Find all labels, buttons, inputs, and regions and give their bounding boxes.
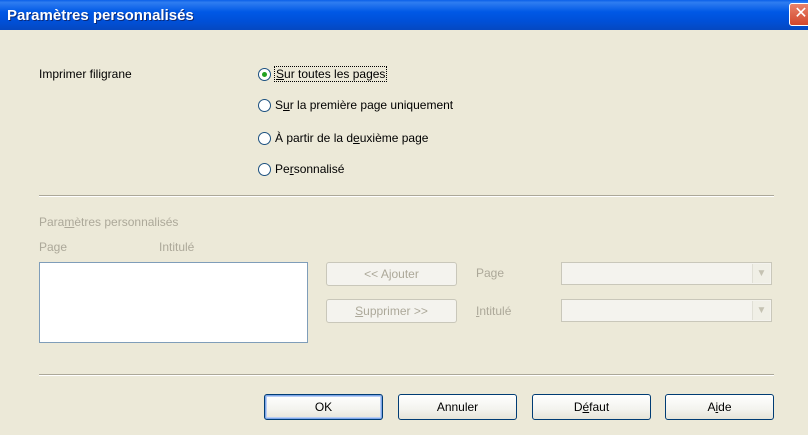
help-button[interactable]: Aide (665, 394, 774, 420)
page-select[interactable]: ▼ (561, 262, 772, 285)
radio-custom-indicator[interactable] (258, 162, 271, 176)
separator-bottom (39, 374, 774, 376)
title-field-label: Intitulé (476, 304, 512, 318)
radio-first-page-label: Sur la première page uniquement (275, 98, 454, 112)
default-button[interactable]: Défaut (532, 394, 651, 420)
title-bar: Paramètres personnalisés ✕ (0, 0, 808, 30)
chevron-down-icon[interactable]: ▼ (752, 264, 770, 283)
column-title-header: Intitulé (159, 240, 195, 254)
radio-first-page[interactable]: Sur la première page uniquement (258, 97, 453, 113)
radio-from-second-page[interactable]: À partir de la deuxième page (258, 130, 428, 146)
radio-custom[interactable]: Personnalisé (258, 161, 344, 177)
custom-section-title: Paramètres personnalisés (39, 215, 179, 229)
custom-pages-list[interactable] (39, 262, 308, 343)
chevron-down-icon[interactable]: ▼ (752, 301, 770, 320)
cancel-button[interactable]: Annuler (398, 394, 517, 420)
close-icon: ✕ (794, 5, 808, 22)
radio-from-second-page-indicator[interactable] (258, 131, 271, 145)
radio-all-pages-indicator[interactable] (258, 67, 271, 81)
close-button[interactable]: ✕ (789, 3, 808, 26)
column-page-header: Page (39, 240, 68, 254)
radio-first-page-indicator[interactable] (258, 98, 271, 112)
radio-all-pages[interactable]: Sur toutes les pages (258, 66, 388, 82)
title-select[interactable]: ▼ (561, 299, 772, 322)
watermark-label: Imprimer filigrane (39, 67, 132, 81)
radio-all-pages-label: Sur toutes les pages (273, 66, 388, 82)
separator-top (39, 195, 774, 197)
radio-custom-label: Personnalisé (275, 162, 345, 176)
window-title: Paramètres personnalisés (7, 7, 194, 24)
page-field-label: Page (476, 266, 505, 280)
dialog-window: Paramètres personnalisés ✕ Imprimer fili… (0, 0, 808, 435)
ok-button[interactable]: OK (264, 394, 383, 420)
remove-button[interactable]: Supprimer >> (326, 299, 457, 323)
add-button[interactable]: << Ajouter (326, 262, 457, 286)
radio-from-second-page-label: À partir de la deuxième page (275, 131, 429, 145)
